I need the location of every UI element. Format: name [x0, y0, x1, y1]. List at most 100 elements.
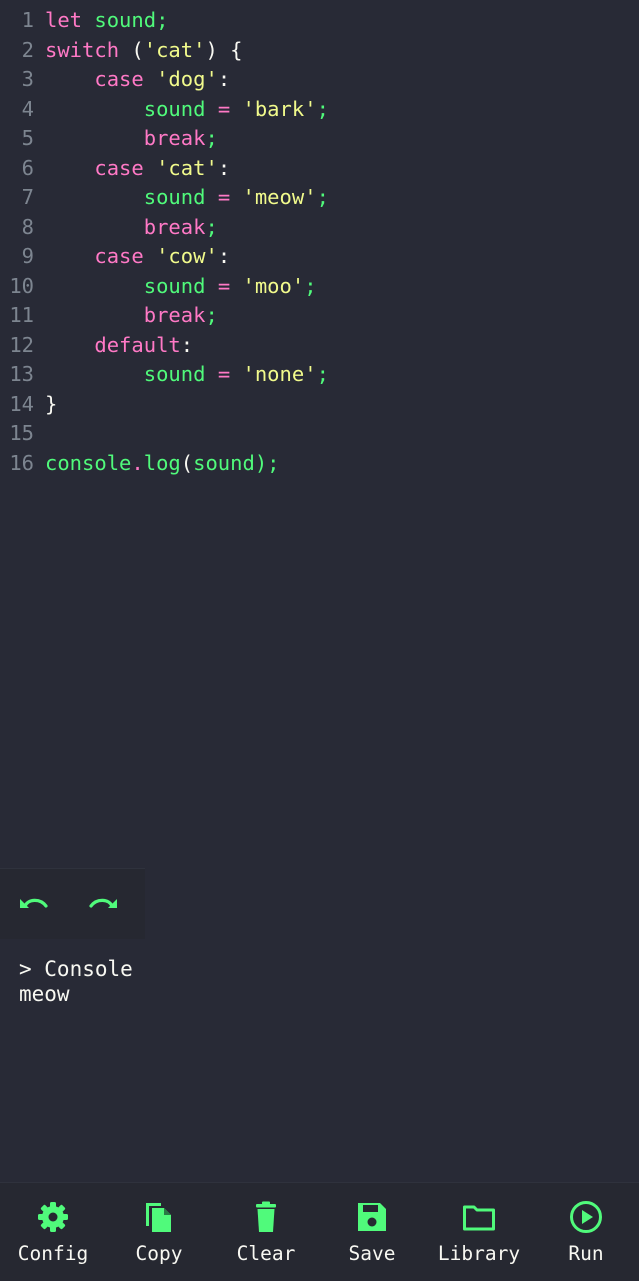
line-number: 5 — [21, 126, 34, 150]
save-label: Save — [348, 1242, 396, 1265]
console-output: meow — [19, 982, 70, 1006]
code-token: ; — [205, 303, 218, 327]
line-code: case 'cow': — [45, 242, 230, 272]
code-token: ; — [156, 8, 169, 32]
run-button[interactable]: Run — [533, 1183, 639, 1281]
line-code: break; — [45, 213, 218, 243]
line-number: 15 — [9, 421, 34, 445]
code-line[interactable]: 1 let sound; — [0, 6, 639, 36]
code-line[interactable]: 6 case 'cat': — [0, 154, 639, 184]
code-editor[interactable]: 1 let sound; 2 switch ('cat') {3 case 'dog'… — [0, 0, 639, 866]
line-number: 10 — [9, 273, 34, 298]
library-button[interactable]: Library — [426, 1183, 532, 1281]
code-token: ; — [304, 273, 317, 298]
redo-button[interactable] — [85, 885, 121, 921]
code-token: ; — [316, 185, 329, 209]
code-token: 'bark' — [242, 96, 317, 121]
code-token: console — [45, 450, 132, 475]
code-line[interactable]: 9 case 'cow': — [0, 242, 639, 272]
code-token: sound — [143, 273, 206, 298]
config-button[interactable]: Config — [0, 1183, 106, 1281]
bottom-toolbar: Config Copy Clear Save Library Run — [0, 1182, 639, 1281]
clear-button[interactable]: Clear — [213, 1183, 319, 1281]
code-token: case — [94, 67, 144, 91]
line-number: 14 — [9, 391, 34, 416]
code-token: : — [217, 244, 231, 268]
code-token: : — [217, 67, 231, 91]
code-token: sound — [143, 96, 206, 121]
line-number: 13 — [9, 362, 34, 386]
code-line[interactable]: 5 break; — [0, 124, 639, 154]
copy-icon — [146, 1203, 171, 1232]
line-code: } — [45, 390, 57, 420]
code-token: ); — [254, 450, 280, 475]
code-line[interactable]: 13 sound = 'none'; — [0, 360, 639, 390]
play-circle-icon — [570, 1201, 602, 1233]
code-line[interactable]: 3 case 'dog': — [0, 65, 639, 95]
code-line[interactable]: 2 switch ('cat') { — [0, 36, 639, 66]
line-code: default: — [45, 331, 193, 361]
line-number: 8 — [21, 214, 34, 239]
library-label: Library — [437, 1242, 521, 1265]
code-token: sound — [143, 185, 206, 209]
code-token: default — [94, 332, 181, 357]
line-code: sound = 'meow'; — [45, 183, 329, 213]
code-token: sound — [143, 362, 206, 386]
code-token: case — [94, 155, 144, 180]
undo-button[interactable] — [16, 885, 52, 921]
code-token: 'meow' — [242, 185, 317, 209]
line-code: case 'dog': — [45, 65, 230, 95]
floppy-disk-icon — [358, 1203, 386, 1231]
code-token: ; — [316, 362, 329, 386]
code-line[interactable]: 10 sound = 'moo'; — [0, 272, 639, 302]
code-token: ; — [205, 126, 218, 150]
code-line[interactable]: 11 break; — [0, 301, 639, 331]
copy-button[interactable]: Copy — [106, 1183, 212, 1281]
code-line[interactable]: 16 console.log(sound); — [0, 449, 639, 479]
code-line[interactable]: 12 default: — [0, 331, 639, 361]
code-token: 'dog' — [156, 67, 218, 91]
code-line[interactable]: 15 — [0, 419, 639, 449]
code-token: switch — [45, 37, 120, 62]
code-line[interactable]: 8 break; — [0, 213, 639, 243]
redo-icon — [89, 898, 117, 908]
code-line[interactable]: 7 sound = 'meow'; — [0, 183, 639, 213]
code-token: . — [131, 450, 144, 475]
code-token: = — [217, 273, 231, 298]
line-number: 7 — [21, 185, 34, 209]
code-token: case — [94, 244, 144, 268]
line-number: 9 — [21, 244, 34, 268]
code-token: ; — [205, 214, 218, 239]
code-token: 'cow' — [156, 244, 218, 268]
line-code: break; — [45, 124, 218, 154]
line-code: sound = 'bark'; — [45, 95, 329, 125]
undo-icon — [20, 898, 48, 908]
trash-icon — [256, 1201, 276, 1232]
line-number: 3 — [21, 67, 34, 91]
save-button[interactable]: Save — [319, 1183, 425, 1281]
folder-icon — [463, 1205, 495, 1231]
code-token: sound — [94, 8, 157, 32]
config-label: Config — [17, 1242, 89, 1265]
console-panel: > Console meow — [0, 940, 639, 1180]
line-code: sound = 'none'; — [45, 360, 329, 390]
line-code: case 'cat': — [45, 154, 230, 184]
code-token: = — [217, 96, 231, 121]
code-token: ( — [119, 37, 144, 62]
clear-label: Clear — [236, 1242, 296, 1265]
code-line[interactable]: 4 sound = 'bark'; — [0, 95, 639, 125]
line-code: switch ('cat') { — [45, 36, 243, 66]
code-line[interactable]: 14} — [0, 390, 639, 420]
